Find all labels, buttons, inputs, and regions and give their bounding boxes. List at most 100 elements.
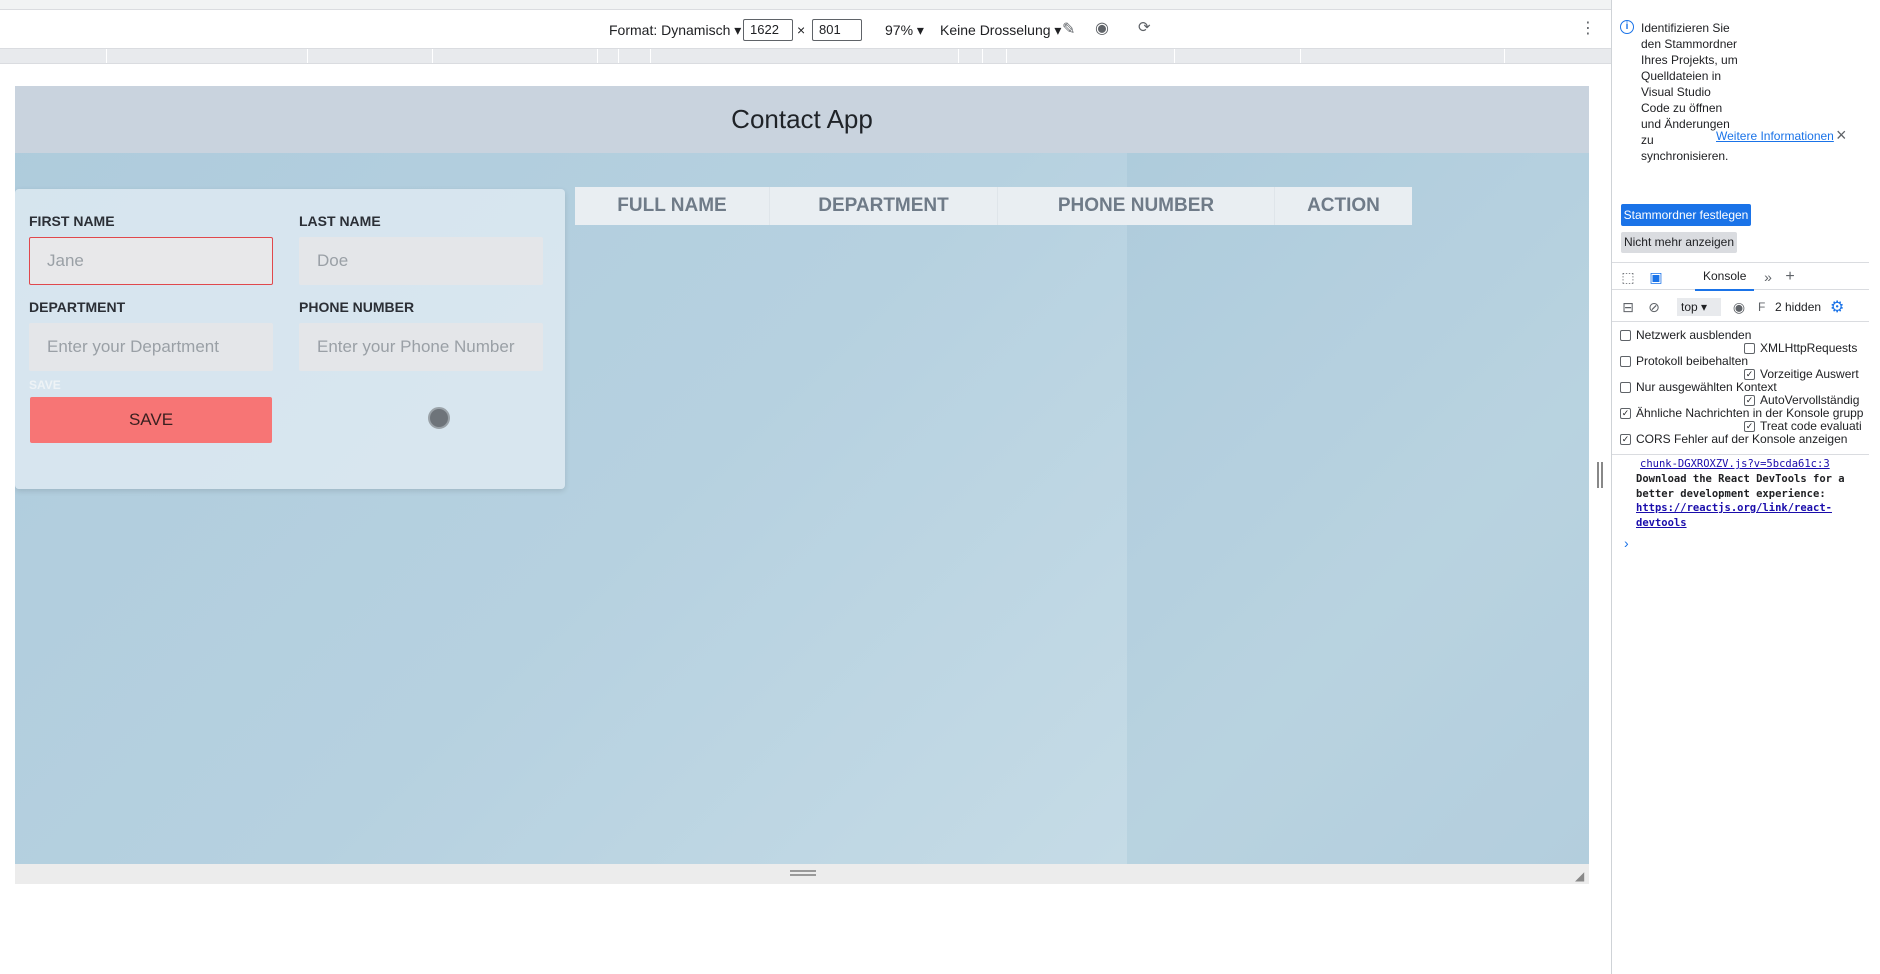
dont-show-again-button[interactable]: Nicht mehr anzeigen [1621, 232, 1737, 253]
console-prompt-icon[interactable]: › [1624, 535, 1629, 551]
add-tab-icon[interactable]: + [1782, 269, 1798, 285]
setting-checkbox[interactable]: ✓ AutoVervollständig [1744, 393, 1859, 407]
rotate-icon[interactable]: ⟳ [1138, 18, 1151, 36]
setting-checkbox[interactable]: Nur ausgewählten Kontext [1620, 380, 1777, 394]
column-header-action: ACTION [1307, 195, 1380, 216]
context-select-value: top [1681, 300, 1698, 314]
panel-splitter[interactable] [1597, 462, 1603, 488]
tab-console[interactable]: Konsole [1695, 269, 1755, 291]
throttle-dropdown[interactable]: Keine Drosselung ▾ [940, 22, 1061, 39]
device-toolbar: Format: Dynamisch ▾ 1622 × 801 97% ▾ Kei… [0, 10, 1612, 48]
throttle-label: Keine Drosselung [940, 22, 1051, 38]
setting-checkbox[interactable]: Netzwerk ausblenden [1620, 328, 1751, 342]
setting-checkbox[interactable]: ✓ CORS Fehler auf der Konsole anzeigen [1620, 432, 1847, 446]
console-message: Download the React DevTools for a better… [1636, 472, 1856, 530]
live-expression-icon[interactable]: ◉ [1731, 299, 1747, 315]
setting-label: XMLHttpRequests [1760, 341, 1858, 355]
zoom-dropdown[interactable]: 97% ▾ [885, 22, 924, 39]
hidden-count: 2 hidden [1775, 300, 1822, 314]
setting-label: Netzwerk ausblenden [1636, 328, 1752, 342]
gear-icon[interactable]: ⚙ [1830, 297, 1844, 317]
setting-label: Treat code evaluati [1760, 419, 1862, 433]
contact-form: FIRST NAME Jane LAST NAME Doe DEPARTMENT… [15, 189, 565, 489]
close-icon[interactable]: × [1836, 125, 1847, 146]
viewport-shade [1127, 153, 1589, 864]
clear-console-icon[interactable]: ⊘ [1646, 299, 1662, 315]
info-icon: i [1620, 20, 1634, 34]
column-header-full-name: FULL NAME [575, 187, 770, 225]
setting-label: Nur ausgewählten Kontext [1636, 380, 1777, 394]
console-output: chunk-DGXROXZV.js?v=5bcda61c:3 Download … [1612, 454, 1880, 551]
touch-cursor [428, 407, 450, 429]
checkbox-icon[interactable] [1620, 355, 1631, 367]
format-dropdown[interactable]: Format: Dynamisch ▾ [609, 22, 741, 39]
setting-label: AutoVervollständig [1760, 393, 1860, 407]
column-header-department: DEPARTMENT [770, 187, 998, 225]
column-header-phone-number: PHONE NUMBER [998, 187, 1275, 225]
contacts-table-header: FULL NAME DEPARTMENT PHONE NUMBER ACTION [575, 187, 1412, 225]
window-edge [1869, 0, 1880, 974]
width-input[interactable]: 1622 [743, 19, 793, 41]
inspect-element-icon[interactable]: ⬚ [1620, 269, 1636, 285]
save-label: SAVE [29, 378, 61, 392]
devtools-panel: i Identifizieren Sie den Stammordner Ihr… [1611, 0, 1880, 974]
context-select[interactable]: top ▾ [1677, 298, 1721, 316]
phone-number-input[interactable]: Enter your Phone Number [299, 323, 543, 371]
setting-label: Ähnliche Nachrichten in der Konsole grup… [1636, 406, 1864, 420]
setting-checkbox[interactable]: Protokoll beibehalten [1620, 354, 1748, 368]
vision-icon[interactable]: ◉ [1095, 18, 1109, 38]
console-toolbar: ⊟ ⊘ top ▾ ◉ F 2 hidden ⚙ [1612, 292, 1880, 322]
viewport-resize-bar[interactable]: ◢ [15, 864, 1589, 884]
setting-label: Vorzeitige Auswert [1760, 367, 1859, 381]
setting-checkbox[interactable]: XMLHttpRequests [1744, 341, 1857, 355]
chevron-down-icon: ▾ [1701, 300, 1708, 314]
save-button[interactable]: SAVE [30, 397, 272, 443]
setting-checkbox[interactable]: ✓ Vorzeitige Auswert [1744, 367, 1859, 381]
more-info-link[interactable]: Weitere Informationen [1716, 129, 1834, 143]
media-query-ruler[interactable] [0, 48, 1612, 64]
last-name-input[interactable]: Doe [299, 237, 543, 285]
checkbox-checked-icon[interactable]: ✓ [1620, 407, 1631, 419]
format-label: Format: Dynamisch [609, 22, 731, 38]
times-sign: × [797, 22, 806, 38]
console-source-link[interactable]: chunk-DGXROXZV.js?v=5bcda61c:3 [1640, 458, 1830, 470]
app-header: Contact App [15, 86, 1589, 153]
resize-corner-icon[interactable]: ◢ [1575, 870, 1587, 882]
sidebar-toggle-icon[interactable]: ⊟ [1620, 299, 1636, 315]
setting-checkbox[interactable]: ✓ Treat code evaluati [1744, 419, 1862, 433]
filter-input[interactable]: F [1758, 300, 1765, 314]
phone-number-label: PHONE NUMBER [299, 299, 415, 315]
checkbox-checked-icon[interactable]: ✓ [1744, 368, 1755, 380]
department-label: DEPARTMENT [29, 299, 126, 315]
height-input[interactable]: 801 [812, 19, 862, 41]
checkbox-icon[interactable] [1620, 329, 1631, 341]
console-message-text: Download the React DevTools for a better… [1636, 473, 1845, 500]
zoom-label: 97% [885, 22, 914, 38]
first-name-input[interactable]: Jane [29, 237, 273, 285]
chevron-down-icon: ▾ [916, 22, 924, 38]
setting-checkbox[interactable]: ✓ Ähnliche Nachrichten in der Konsole gru… [1620, 406, 1863, 420]
setting-label: Protokoll beibehalten [1636, 354, 1749, 368]
react-devtools-link[interactable]: https://reactjs.org/link/react-devtools [1636, 502, 1832, 529]
checkbox-icon[interactable] [1744, 342, 1755, 354]
checkbox-icon[interactable] [1620, 381, 1631, 393]
set-root-folder-button[interactable]: Stammordner festlegen [1621, 204, 1751, 226]
department-input[interactable]: Enter your Department [29, 323, 273, 371]
device-viewport: Contact App FIRST NAME Jane LAST NAME Do… [15, 86, 1589, 864]
more-tabs-icon[interactable]: » [1760, 269, 1776, 285]
chevron-down-icon: ▾ [734, 22, 742, 38]
chevron-down-icon: ▾ [1054, 22, 1062, 38]
eyedropper-icon[interactable]: ✎ [1062, 19, 1075, 39]
browser-top-strip [0, 0, 1612, 10]
checkbox-checked-icon[interactable]: ✓ [1744, 394, 1755, 406]
resize-grip-icon[interactable] [790, 870, 816, 876]
last-name-label: LAST NAME [299, 213, 381, 229]
setting-label: CORS Fehler auf der Konsole anzeigen [1636, 432, 1848, 446]
checkbox-checked-icon[interactable]: ✓ [1620, 433, 1631, 445]
first-name-label: FIRST NAME [29, 213, 115, 229]
app-title: Contact App [731, 104, 873, 134]
device-toolbar-icon[interactable]: ▣ [1648, 269, 1664, 285]
devtools-tabbar: ⬚ ▣ Konsole » + [1612, 262, 1880, 291]
more-options-icon[interactable]: ⋮ [1580, 18, 1596, 38]
checkbox-checked-icon[interactable]: ✓ [1744, 420, 1755, 432]
